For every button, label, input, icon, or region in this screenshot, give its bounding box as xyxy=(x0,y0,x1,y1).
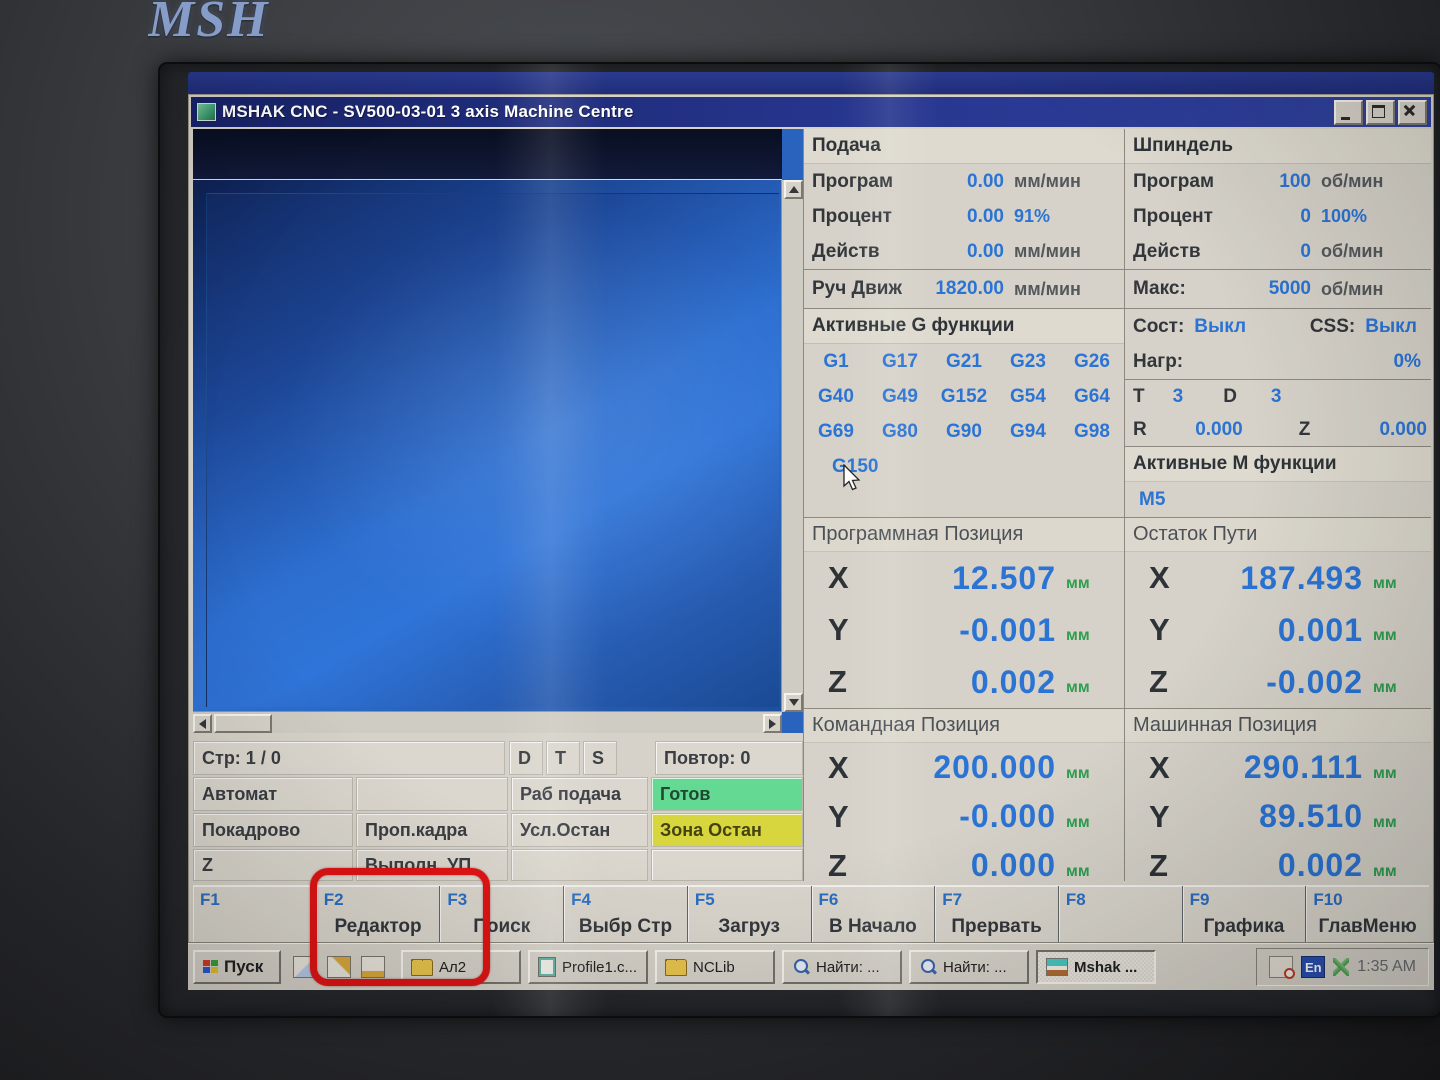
empty-cell xyxy=(356,777,508,811)
program-viewport xyxy=(193,129,803,733)
zone-stop-indicator: Зона Остан xyxy=(651,813,803,847)
app-icon xyxy=(197,103,216,121)
task-button-find-1[interactable]: Найти: ... xyxy=(782,950,902,984)
tool-number-row: T 3 D 3 xyxy=(1125,379,1431,413)
scroll-down-icon[interactable] xyxy=(784,693,803,712)
panel-column-left: Подача Програм 0.00 мм/мин Процент 0.00 … xyxy=(804,129,1124,883)
scroll-right-icon[interactable] xyxy=(763,714,782,733)
close-button[interactable] xyxy=(1398,99,1427,125)
network-tray-icon[interactable] xyxy=(1333,958,1350,976)
system-tray: En 1:35 AM xyxy=(1256,948,1429,986)
task-button-nclib[interactable]: NCLib xyxy=(655,950,775,984)
repeat-counter: Повтор: 0 xyxy=(655,741,803,775)
scrollbar-thumb[interactable] xyxy=(214,714,272,733)
status-d: D xyxy=(509,741,543,775)
mouse-cursor-icon xyxy=(843,463,865,494)
window-titlebar: MSHAK CNC - SV500-03-01 3 axis Machine C… xyxy=(191,97,1431,127)
g-row: G1 G17 G21 G23 G26 xyxy=(823,350,1110,372)
task-button-profile1[interactable]: Profile1.c... xyxy=(528,950,648,984)
document-icon xyxy=(538,957,556,977)
mshak-window: MSHAK CNC - SV500-03-01 3 axis Machine C… xyxy=(188,94,1434,962)
spindle-state-row: Сост: Выкл CSS: Выкл xyxy=(1125,308,1431,345)
program-position-x: X 12.507 мм xyxy=(828,559,1090,596)
program-canvas-inner xyxy=(206,193,779,707)
feed-percent-row: Процент 0.00 91% xyxy=(812,205,1051,227)
scroll-left-icon[interactable] xyxy=(193,714,212,733)
command-position-x: X 200.000 мм xyxy=(828,749,1090,785)
command-position-z: Z 0.000 мм xyxy=(828,847,1090,883)
spindle-actual-row: Действ 0 об/мин xyxy=(1133,240,1384,262)
remaining-path-title: Остаток Пути xyxy=(1125,517,1431,552)
g-row: G69 G80 G90 G94 G98 xyxy=(818,420,1110,442)
feed-panel-title: Подача xyxy=(804,129,1124,164)
task-button-mshak-active[interactable]: Mshak ... xyxy=(1036,950,1156,984)
empty-cell xyxy=(511,849,648,881)
spindle-load-row: Нагр: 0% xyxy=(1133,351,1421,372)
remaining-path-x: X 187.493 мм xyxy=(1149,559,1397,596)
desktop: MSHAK CNC - SV500-03-01 3 axis Machine C… xyxy=(188,94,1434,990)
single-block-indicator: Покадрово xyxy=(193,813,353,847)
minimize-button[interactable] xyxy=(1334,99,1363,125)
command-position-title: Командная Позиция xyxy=(804,708,1124,743)
scheduler-tray-icon[interactable] xyxy=(1269,956,1296,979)
panel-column-right: Шпиндель Програм 100 об/мин Процент 0 10… xyxy=(1124,129,1431,883)
empty-cell xyxy=(651,849,803,881)
vertical-scrollbar[interactable] xyxy=(781,180,803,712)
task-button-find-2[interactable]: Найти: ... xyxy=(909,950,1029,984)
work-feed-indicator: Раб подача xyxy=(511,777,648,811)
mshak-app-icon xyxy=(1046,958,1068,976)
scroll-up-icon[interactable] xyxy=(784,180,803,199)
spindle-max-row: Макс: 5000 об/мин xyxy=(1125,269,1431,308)
windows-logo-icon xyxy=(203,960,219,974)
program-position-y: Y -0.001 мм xyxy=(828,611,1090,648)
clock-time: 1:35 AM xyxy=(1357,958,1416,975)
crt-screen: MSHAK CNC - SV500-03-01 3 axis Machine C… xyxy=(160,64,1440,1016)
data-panels: Подача Програм 0.00 мм/мин Процент 0.00 … xyxy=(803,129,1431,883)
machine-position-x: X 290.111 мм xyxy=(1149,749,1397,785)
spindle-percent-row: Процент 0 100% xyxy=(1133,205,1368,227)
line-counter: Стр: 1 / 0 xyxy=(193,741,505,775)
feed-manual-row: Руч Движ 1820.00 мм/мин xyxy=(804,269,1124,308)
monitor-logo: MSH xyxy=(148,0,270,42)
m-functions-title: Активные М функции xyxy=(1125,446,1431,482)
mode-indicator: Автомат xyxy=(193,777,353,811)
program-canvas xyxy=(193,180,782,712)
folder-icon xyxy=(665,958,687,976)
optional-stop-indicator: Усл.Остан xyxy=(511,813,648,847)
program-position-z: Z 0.002 мм xyxy=(828,663,1090,700)
tool-offset-row: R 0.000 Z 0.000 xyxy=(1133,418,1427,440)
spindle-panel-title: Шпиндель xyxy=(1125,129,1431,164)
language-indicator[interactable]: En xyxy=(1301,956,1326,978)
horizontal-scrollbar[interactable] xyxy=(193,711,782,733)
maximize-button[interactable] xyxy=(1366,99,1395,125)
program-position-title: Программная Позиция xyxy=(804,517,1124,552)
window-title: MSHAK CNC - SV500-03-01 3 axis Machine C… xyxy=(222,102,634,121)
g-row: G40 G49 G152 G54 G64 xyxy=(818,385,1110,407)
machine-position-y: Y 89.510 мм xyxy=(1149,798,1397,834)
machine-position-z: Z 0.002 мм xyxy=(1149,847,1397,883)
g-functions-title: Активные G функции xyxy=(804,308,1124,344)
annotation-highlight-f2 xyxy=(310,868,490,986)
status-s: S xyxy=(583,741,617,775)
start-button[interactable]: Пуск xyxy=(193,950,281,984)
feed-program-row: Програм 0.00 мм/мин xyxy=(812,170,1081,192)
viewport-header-band xyxy=(193,129,782,180)
search-icon xyxy=(919,958,937,976)
spindle-program-row: Програм 100 об/мин xyxy=(1133,170,1384,192)
machine-position-title: Машинная Позиция xyxy=(1125,708,1431,743)
m5-code: М5 xyxy=(1139,488,1166,510)
skip-block-indicator: Проп.кадра xyxy=(356,813,508,847)
remaining-path-z: Z -0.002 мм xyxy=(1149,663,1397,700)
search-icon xyxy=(792,958,810,976)
status-grid: Стр: 1 / 0 D T S Повтор: 0 Автомат Раб п… xyxy=(193,739,803,881)
status-t: T xyxy=(546,741,580,775)
ready-indicator: Готов xyxy=(651,777,803,811)
command-position-y: Y -0.000 мм xyxy=(828,798,1090,834)
remaining-path-y: Y 0.001 мм xyxy=(1149,611,1397,648)
feed-actual-row: Действ 0.00 мм/мин xyxy=(812,240,1081,262)
